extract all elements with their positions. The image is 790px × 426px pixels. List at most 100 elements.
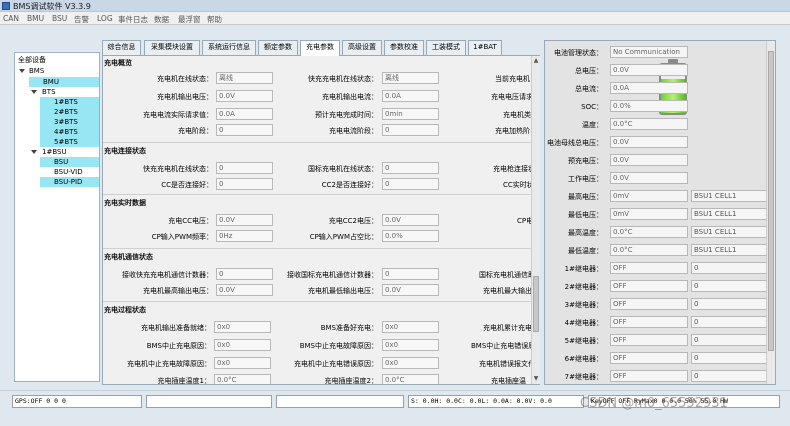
label: 预计充电完成时间： [315, 111, 378, 119]
status-extra-field: BSU1 CELL1 [691, 226, 771, 238]
label: BMS中止充电原因： [146, 342, 211, 350]
tree-item-3bts[interactable]: 3#BTS [40, 117, 99, 127]
tab-system-runtime[interactable]: 系统运行信息 [202, 40, 256, 55]
tree-item-bmu[interactable]: BMU [29, 77, 99, 87]
tree-header: 全部设备 [18, 56, 46, 64]
tree-item-bms[interactable]: BMS [15, 66, 99, 76]
bms-status-panel: 电池管理状态： No Communication 总电压： 0.0V 总电流： 0.0A S… [544, 40, 776, 385]
label: 充电电流阶段： [329, 127, 378, 135]
status-value-field: OFF [610, 334, 688, 346]
status-label: 1#继电器： [564, 265, 603, 273]
tree-item-5bts[interactable]: 5#BTS [40, 137, 99, 147]
menu-log[interactable]: LOG [97, 14, 113, 23]
tab-advanced[interactable]: 高级设置 [342, 40, 382, 55]
watermark: CSDN @m0_65552931 [580, 396, 728, 411]
cc2-voltage-field: 0.0V [382, 214, 439, 226]
tab-calibration[interactable]: 参数校准 [384, 40, 424, 55]
socket-temp1-field: 0.0°C [214, 374, 271, 384]
tree-item-bsu[interactable]: BSU [40, 157, 99, 167]
status-value-field: 0.0V [610, 172, 688, 184]
scroll-thumb[interactable] [533, 276, 539, 332]
gb-comm-counter-field: 0 [382, 268, 439, 280]
status-box-2 [146, 395, 272, 408]
expand-arrow-icon[interactable] [19, 69, 25, 73]
menu-bsu[interactable]: BSU [52, 14, 67, 23]
status-extra-field: BSU1 CELL1 [691, 244, 771, 256]
tab-strip: 综合信息 采集模块设置 系统运行信息 额定参数 充电参数 高级设置 参数校准 工… [102, 40, 540, 56]
tab-overview[interactable]: 综合信息 [102, 40, 141, 55]
label: CC是否连接好： [161, 181, 213, 189]
label: 充电机最低输出电压： [308, 287, 378, 295]
label: 充电机输出电压： [157, 93, 213, 101]
label: 国标充电机在线状态： [308, 165, 378, 173]
tab-fixture-mode[interactable]: 工装模式 [426, 40, 466, 55]
tree-item-bsu-vid[interactable]: BSU-VID [40, 167, 99, 177]
tree-item-bsu-pid[interactable]: BSU-PID [40, 177, 99, 187]
tab-rated-params[interactable]: 额定参数 [258, 40, 298, 55]
status-label: 6#继电器： [564, 355, 603, 363]
status-label: 3#继电器： [564, 301, 603, 309]
status-value-field: 0mV [610, 190, 688, 202]
section-title-realtime: 充电实时数据 [104, 199, 146, 207]
status-value-field: OFF [610, 262, 688, 274]
status-value-field: OFF [610, 352, 688, 364]
menu-bmu[interactable]: BMU [27, 14, 44, 23]
status-value-field: No Communication [610, 46, 688, 58]
device-tree: 全部设备 BMS BMU BTS 1#BTS 2#BTS 3#BTS 4#BTS… [14, 52, 100, 382]
label: 充电机中止充电故障原因： [127, 360, 211, 368]
scroll-thumb[interactable] [768, 51, 774, 351]
status-extra-field: 0 [691, 316, 771, 328]
section-title-overview: 充电概览 [104, 59, 132, 67]
menu-floating-window[interactable]: 最浮窗 [178, 14, 201, 25]
status-extra-field: 0 [691, 298, 771, 310]
label: 充电电流实际请求值： [143, 111, 213, 119]
label: 国标充电机通信助 [479, 271, 535, 279]
menu-event-log[interactable]: 事件日志 [118, 14, 148, 25]
menu-can[interactable]: CAN [3, 14, 19, 23]
status-label: 总电压： [575, 67, 603, 75]
content-scrollbar[interactable]: ▲ ▼ [531, 56, 540, 384]
status-label: 最低温度： [568, 247, 603, 255]
status-value-field: OFF [610, 298, 688, 310]
status-box-3 [276, 395, 404, 408]
cc-voltage-field: 0.0V [216, 214, 273, 226]
app-icon [2, 2, 10, 10]
divider [103, 142, 539, 143]
menu-data[interactable]: 数据 [154, 14, 169, 25]
status-value-field: 0.0V [610, 154, 688, 166]
fast-comm-counter-field: 0 [216, 268, 273, 280]
status-value-field: 0.0°C [610, 226, 688, 238]
current-request-field: 0.0A [216, 108, 273, 120]
menu-help[interactable]: 帮助 [207, 14, 222, 25]
eta-field: 0min [382, 108, 439, 120]
status-box-5: S: 0.0H: 0.0C: 0.0L: 0.0A: 0.0V: 0.0 [408, 395, 584, 408]
menu-alarm[interactable]: 告警 [74, 14, 89, 25]
status-label: 最低电压： [568, 211, 603, 219]
label: 快充充电机在线状态： [308, 75, 378, 83]
expand-arrow-icon[interactable] [31, 90, 37, 94]
tree-item-bts[interactable]: BTS [15, 87, 99, 97]
tab-1bat[interactable]: 1#BAT [468, 40, 502, 55]
section-title-comm: 充电机通信状态 [104, 253, 153, 261]
scroll-down-icon[interactable]: ▼ [532, 375, 540, 383]
status-label: 总电流： [575, 85, 603, 93]
tree-item-2bts[interactable]: 2#BTS [40, 107, 99, 117]
tree-item-1bts[interactable]: 1#BTS [40, 97, 99, 107]
status-value-field: 0.0% [610, 100, 688, 112]
expand-arrow-icon[interactable] [31, 150, 37, 154]
tab-charge-params[interactable]: 充电参数 [300, 40, 340, 56]
bms-stop-fault-field: 0x0 [382, 339, 439, 351]
status-value-field: 0.0V [610, 136, 688, 148]
label: CC2是否连接好： [321, 181, 378, 189]
status-panel-scrollbar[interactable] [766, 41, 775, 384]
status-value-field: OFF [610, 370, 688, 382]
label: 充电CC电压： [168, 217, 213, 225]
bms-ready-field: 0x0 [382, 321, 439, 333]
tree-item-1bsu[interactable]: 1#BSU [15, 147, 99, 157]
tree-item-4bts[interactable]: 4#BTS [40, 127, 99, 137]
label: 充电机错误报文代 [479, 360, 535, 368]
scroll-up-icon[interactable]: ▲ [532, 57, 540, 65]
cc-connected-field: 0 [216, 178, 273, 190]
label: BMS准备好充电： [320, 324, 378, 332]
tab-acquisition-settings[interactable]: 采集模块设置 [144, 40, 200, 55]
